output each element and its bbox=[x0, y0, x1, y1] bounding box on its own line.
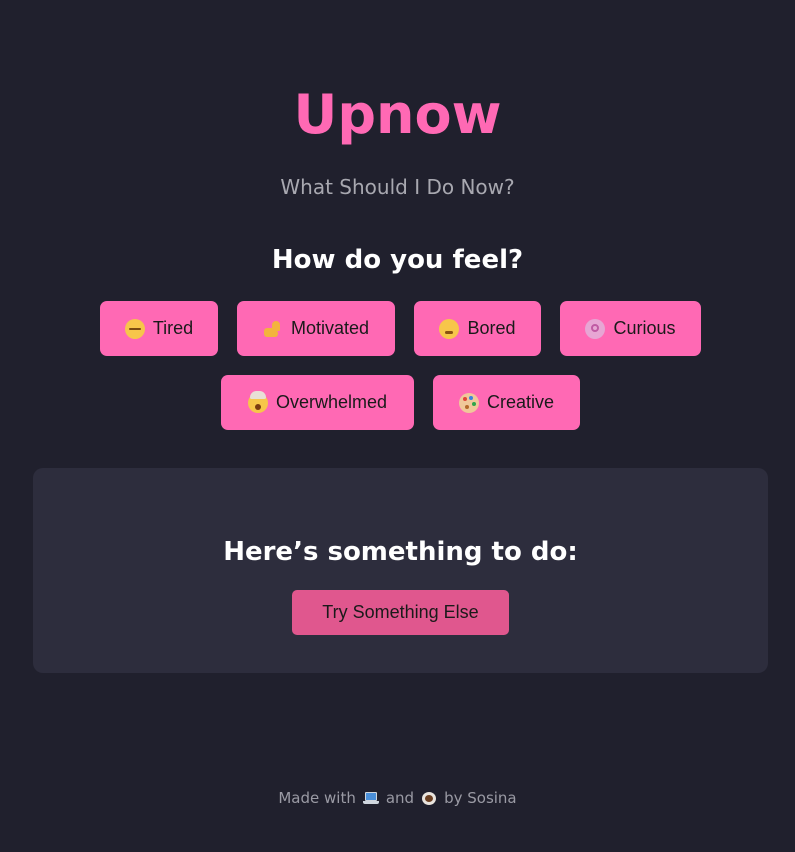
footer: Made with and by Sosina bbox=[0, 787, 795, 809]
exploding-head-icon bbox=[247, 390, 268, 413]
suggestion-card: Here’s something to do: Try Something El… bbox=[33, 468, 768, 673]
app-title: Upnow bbox=[293, 83, 502, 146]
mood-prompt: How do you feel? bbox=[271, 245, 524, 275]
mood-button-curious[interactable]: Curious bbox=[560, 301, 701, 356]
try-something-else-button[interactable]: Try Something Else bbox=[292, 590, 509, 635]
flushed-face-icon bbox=[439, 318, 460, 339]
flexed-biceps-icon bbox=[263, 319, 283, 339]
mood-button-label: Tired bbox=[152, 318, 194, 338]
mood-button-tired[interactable]: Tired bbox=[100, 301, 218, 356]
suggestion-title: Here’s something to do: bbox=[223, 537, 578, 567]
mood-button-creative[interactable]: Creative bbox=[433, 375, 580, 430]
laptop-icon bbox=[362, 791, 379, 805]
mood-button-bored[interactable]: Bored bbox=[414, 301, 541, 356]
footer-suffix: by Sosina bbox=[444, 789, 517, 807]
coffee-icon bbox=[421, 791, 437, 805]
mood-button-label: Bored bbox=[467, 318, 516, 338]
mood-button-label: Curious bbox=[613, 318, 676, 338]
mood-button-motivated[interactable]: Motivated bbox=[237, 301, 395, 356]
mood-button-label: Overwhelmed bbox=[275, 392, 388, 412]
mood-button-label: Creative bbox=[486, 392, 555, 412]
brain-icon bbox=[585, 318, 606, 339]
footer-conjunction: and bbox=[385, 789, 415, 807]
mood-button-label: Motivated bbox=[290, 318, 370, 338]
sleeping-face-icon bbox=[124, 318, 145, 339]
artist-palette-icon bbox=[458, 392, 479, 413]
app-subtitle: What Should I Do Now? bbox=[280, 175, 515, 199]
mood-button-overwhelmed[interactable]: Overwhelmed bbox=[221, 375, 414, 430]
footer-prefix: Made with bbox=[278, 789, 356, 807]
